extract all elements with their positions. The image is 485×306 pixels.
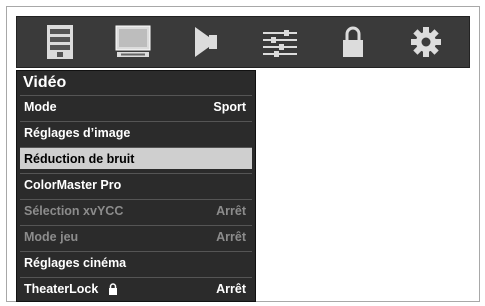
top-menu-bar — [16, 16, 470, 68]
menu-item-noise-reduction[interactable]: Réduction de bruit — [20, 147, 252, 169]
monitor-icon — [115, 25, 151, 57]
menu-item-label: ColorMaster Pro — [24, 177, 122, 192]
sliders-icon — [262, 30, 297, 57]
lock-icon — [342, 26, 363, 57]
menu-item-label: Réglages d’image — [24, 125, 131, 140]
tab-lock[interactable] — [323, 20, 383, 64]
menu-item-value: Arrêt — [216, 203, 246, 218]
menu-item-cinema-settings[interactable]: Réglages cinéma — [20, 251, 252, 273]
tab-sound[interactable] — [176, 20, 236, 64]
speaker-icon — [195, 27, 218, 57]
menu-item-value: Arrêt — [216, 281, 246, 296]
video-menu-panel: Vidéo Mode Sport Réglages d’image Réduct… — [16, 70, 256, 302]
menu-item-label: Réduction de bruit — [24, 151, 135, 166]
tab-settings-sliders[interactable] — [250, 20, 310, 64]
list-icon — [46, 25, 73, 59]
menu-item-picture-settings[interactable]: Réglages d’image — [20, 121, 252, 143]
tab-picture[interactable] — [103, 20, 163, 64]
menu-item-label: Réglages cinéma — [24, 255, 127, 270]
menu-item-value: Sport — [213, 99, 246, 114]
lock-icon — [108, 282, 117, 295]
menu-item-label: Mode jeu — [24, 229, 79, 244]
tab-list[interactable] — [30, 20, 90, 64]
menu-item-label: TheaterLock — [24, 281, 99, 296]
menu-item-label: Sélection xvYCC — [24, 203, 124, 218]
menu-item-label: Mode — [24, 99, 57, 114]
menu-item-mode[interactable]: Mode Sport — [20, 95, 252, 117]
menu-item-colormaster-pro[interactable]: ColorMaster Pro — [20, 173, 252, 195]
gear-icon — [411, 27, 442, 57]
tab-setup[interactable] — [396, 20, 456, 64]
menu-item-theaterlock[interactable]: TheaterLock Arrêt — [20, 277, 252, 299]
menu-item-value: Arrêt — [216, 229, 246, 244]
menu-item-xvycc: Sélection xvYCC Arrêt — [20, 199, 252, 221]
menu-item-game-mode: Mode jeu Arrêt — [20, 225, 252, 247]
menu-title: Vidéo — [23, 74, 67, 91]
